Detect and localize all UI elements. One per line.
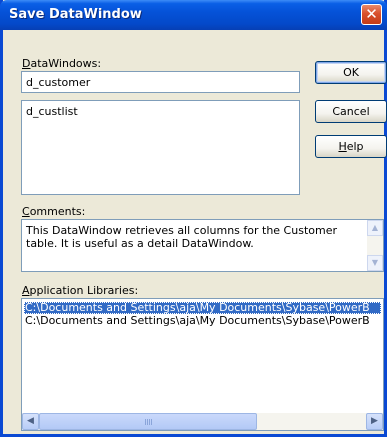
datawindow-name-value: d_customer (26, 76, 91, 89)
scrollbar-grip-icon (145, 419, 153, 425)
scroll-down-arrow-icon[interactable]: ▼ (367, 255, 383, 271)
library-item[interactable]: C:\Documents and Settings\aja\My Documen… (24, 302, 381, 314)
application-libraries-list[interactable]: C:\Documents and Settings\aja\My Documen… (21, 298, 384, 431)
close-icon: ✕ (365, 5, 378, 23)
close-button[interactable]: ✕ (361, 4, 382, 25)
scroll-left-arrow-icon[interactable]: ◀ (22, 413, 39, 430)
application-libraries-label: Application Libraries: (22, 284, 139, 297)
datawindow-name-input[interactable]: d_customer (21, 71, 300, 93)
scrollbar-thumb[interactable] (39, 413, 257, 430)
help-button-label: elp (346, 140, 364, 153)
help-button-accel: H (338, 140, 347, 153)
save-datawindow-dialog: Save DataWindow ✕ DataWindows: d_custome… (0, 0, 387, 437)
comments-vertical-scrollbar[interactable]: ▲ ▼ (367, 220, 383, 271)
comments-line-2: table. It is useful as a detail DataWind… (26, 237, 254, 250)
ok-button[interactable]: OK (315, 61, 387, 84)
datawindows-label: DataWindows: (22, 57, 102, 70)
comments-textarea[interactable]: This DataWindow retrieves all columns fo… (21, 219, 384, 272)
title-bar[interactable]: Save DataWindow ✕ (0, 0, 387, 30)
scroll-right-arrow-icon[interactable]: ▶ (366, 413, 383, 430)
scroll-up-arrow-icon[interactable]: ▲ (367, 220, 383, 236)
comments-label: Comments: (22, 205, 86, 218)
datawindows-list[interactable]: d_custlist (21, 100, 300, 195)
window-title: Save DataWindow (9, 7, 142, 22)
comments-line-1: This DataWindow retrieves all columns fo… (26, 224, 337, 237)
help-button[interactable]: Help (315, 135, 387, 158)
library-item[interactable]: C:\Documents and Settings\aja\My Documen… (24, 315, 381, 327)
libraries-horizontal-scrollbar[interactable]: ◀ ▶ (22, 413, 383, 430)
cancel-button[interactable]: Cancel (315, 100, 387, 123)
datawindow-list-item[interactable]: d_custlist (26, 105, 78, 118)
